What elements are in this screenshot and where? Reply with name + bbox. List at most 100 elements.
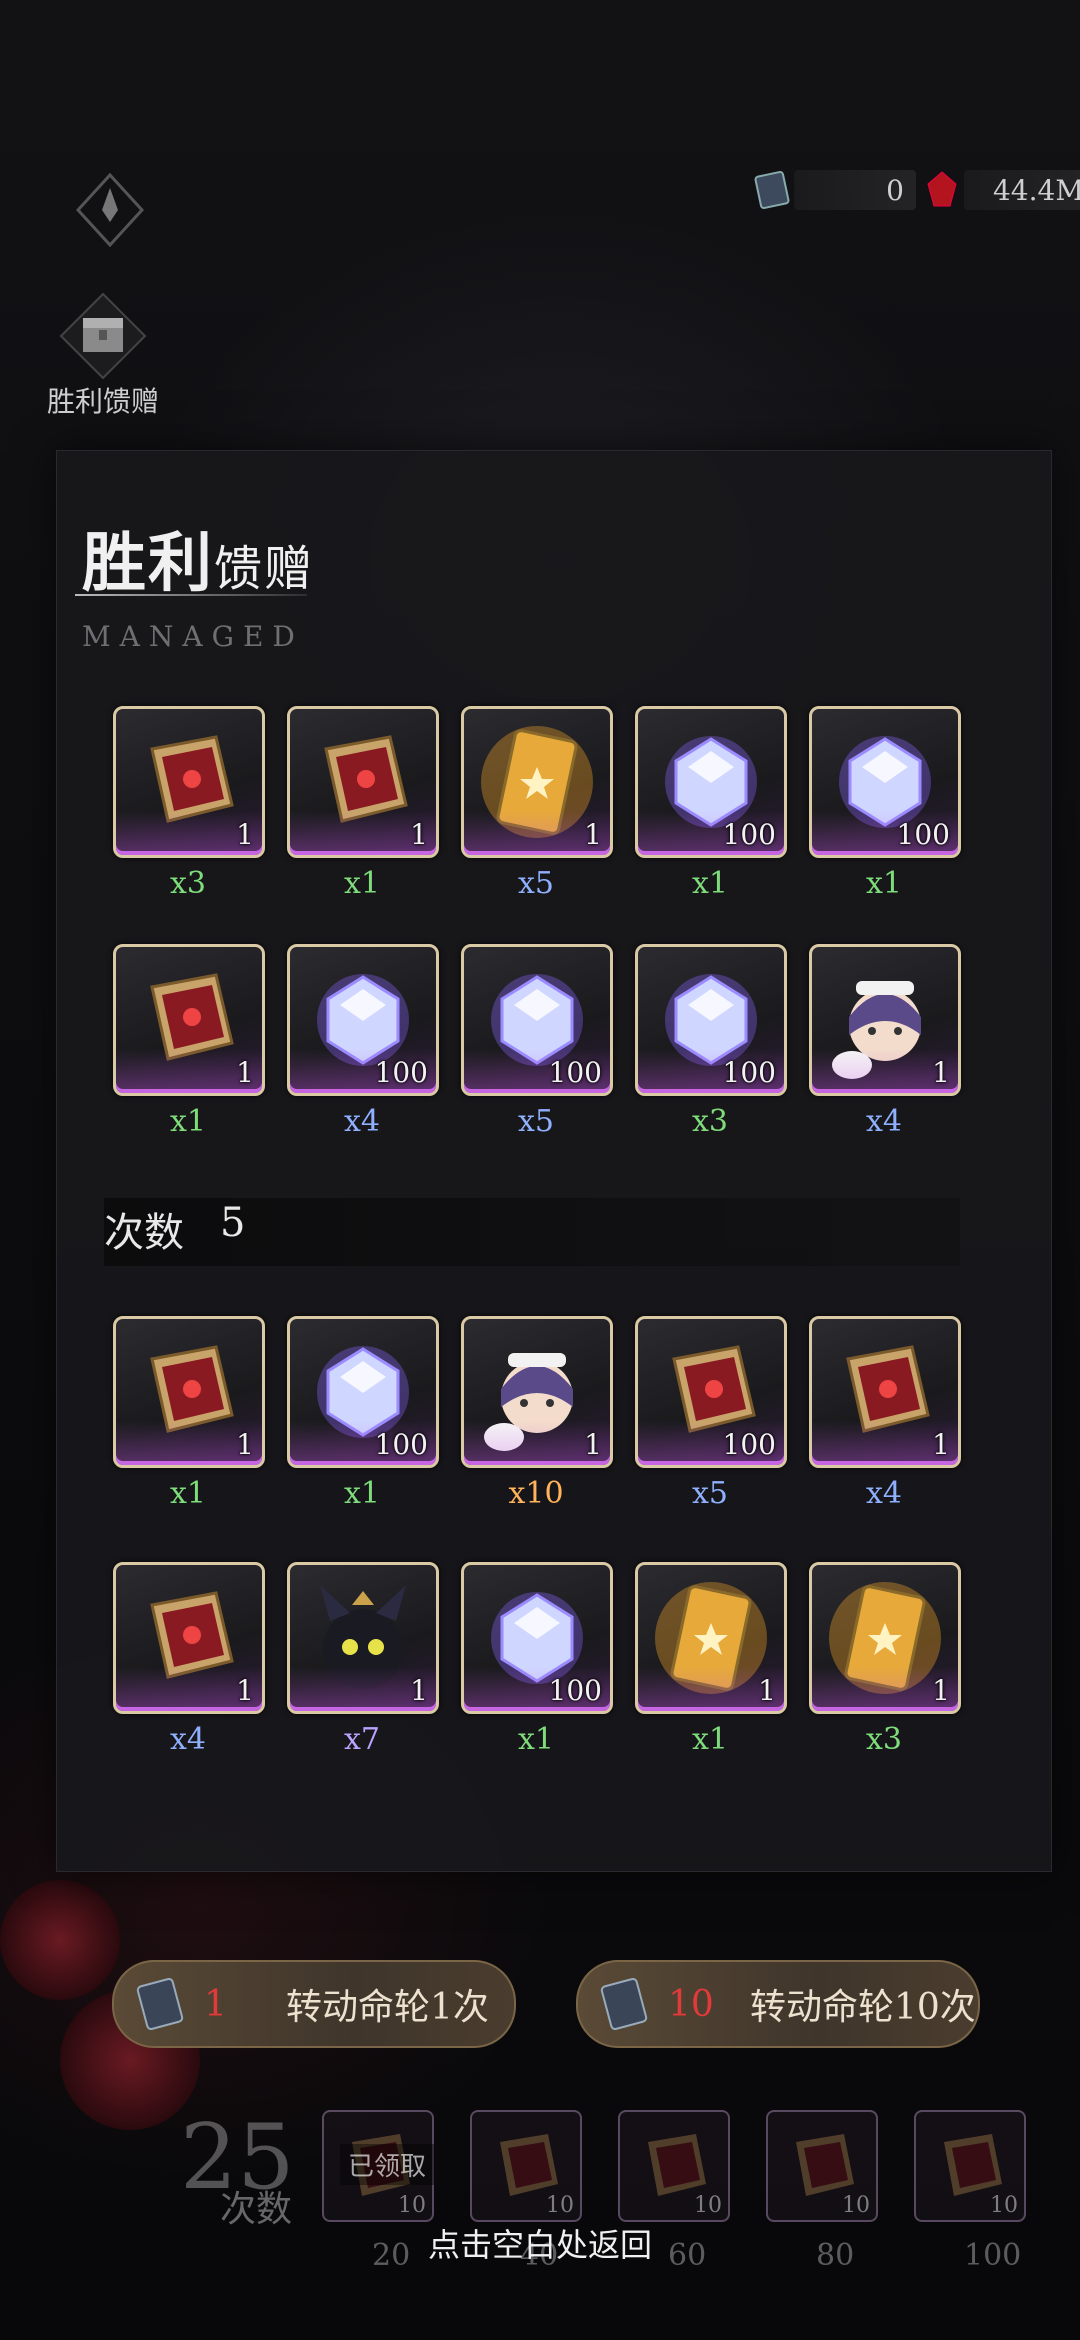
item-quantity: 1: [410, 818, 428, 851]
item-quantity: 100: [374, 1428, 428, 1461]
item-multiplier: x5: [517, 1104, 554, 1139]
item-quantity: 1: [410, 1674, 428, 1707]
panel-title: 胜利馈赠: [82, 512, 314, 604]
card-reward-card[interactable]: 1: [635, 1562, 787, 1714]
maid-reward-card[interactable]: 1: [461, 1316, 613, 1468]
diamond-icon[interactable]: [70, 170, 150, 250]
ticket-count: 0: [886, 173, 904, 207]
gem-count: 44.4M: [992, 173, 1080, 207]
gem-reward-card[interactable]: 100: [461, 944, 613, 1096]
rose-decoration: [0, 1880, 120, 2000]
item-quantity: 1: [932, 1674, 950, 1707]
item-quantity: 1: [236, 1674, 254, 1707]
reward-item[interactable]: 100 x5: [461, 944, 613, 1139]
reward-item[interactable]: 1 x5: [461, 706, 613, 901]
maid-reward-card[interactable]: 1: [809, 944, 961, 1096]
item-multiplier: x4: [865, 1476, 902, 1511]
item-quantity: 1: [236, 1056, 254, 1089]
reward-item[interactable]: 1 x1: [113, 944, 265, 1139]
milestone-reward-quantity: 10: [990, 2193, 1018, 2218]
item-quantity: 1: [236, 818, 254, 851]
red-crystal-icon: [927, 171, 957, 207]
item-multiplier: x4: [343, 1104, 380, 1139]
gem-reward-card[interactable]: 100: [809, 706, 961, 858]
reward-item[interactable]: 1 x1: [113, 1316, 265, 1511]
gem-reward-card[interactable]: 100: [287, 944, 439, 1096]
reward-item[interactable]: 1 x3: [113, 706, 265, 901]
item-quantity: 1: [932, 1056, 950, 1089]
item-multiplier: x3: [169, 866, 206, 901]
item-quantity: 100: [548, 1674, 602, 1707]
item-multiplier: x7: [343, 1722, 380, 1757]
item-quantity: 100: [722, 1056, 776, 1089]
item-multiplier: x3: [691, 1104, 728, 1139]
item-quantity: 1: [758, 1674, 776, 1707]
item-quantity: 1: [932, 1428, 950, 1461]
reward-item[interactable]: 1 x4: [809, 944, 961, 1139]
item-multiplier: x10: [508, 1476, 564, 1511]
reward-item[interactable]: 1 x1: [287, 706, 439, 901]
item-multiplier: x5: [691, 1476, 728, 1511]
item-multiplier: x1: [169, 1476, 206, 1511]
milestone-reward-quantity: 10: [694, 2193, 722, 2218]
item-quantity: 100: [896, 818, 950, 851]
chest-label: 胜利馈赠: [46, 385, 159, 418]
gem-reward-card[interactable]: 100: [635, 944, 787, 1096]
item-multiplier: x1: [517, 1722, 554, 1757]
reward-item[interactable]: 1 x10: [461, 1316, 613, 1511]
ticket-currency: 0: [750, 168, 916, 212]
box-reward-card[interactable]: 1: [113, 1562, 265, 1714]
item-multiplier: x1: [343, 1476, 380, 1511]
reward-item[interactable]: 1 x1: [635, 1562, 787, 1757]
reward-item[interactable]: 100 x1: [635, 706, 787, 901]
gem-reward-card[interactable]: 100: [461, 1562, 613, 1714]
gem-reward-card[interactable]: 100: [635, 706, 787, 858]
gem-reward-card[interactable]: 100: [287, 1316, 439, 1468]
spin-ten-label: 转动命轮10次: [750, 1987, 976, 2028]
reward-item[interactable]: 1 x4: [113, 1562, 265, 1757]
item-multiplier: x4: [169, 1722, 206, 1757]
tap-to-return-hint[interactable]: 点击空白处返回: [0, 2220, 1080, 2266]
item-quantity: 1: [584, 1428, 602, 1461]
box-reward-card[interactable]: 1: [809, 1316, 961, 1468]
card-reward-card[interactable]: 1: [461, 706, 613, 858]
reward-item[interactable]: 100 x3: [635, 944, 787, 1139]
card-reward-card[interactable]: 1: [809, 1562, 961, 1714]
panel-title-main: 胜利: [82, 526, 214, 601]
item-multiplier: x3: [865, 1722, 902, 1757]
milestone-reward-quantity: 10: [398, 2193, 426, 2218]
box-reward-card[interactable]: 1: [113, 1316, 265, 1468]
item-quantity: 100: [374, 1056, 428, 1089]
box-reward-card[interactable]: 1: [287, 706, 439, 858]
box-reward-card[interactable]: 100: [635, 1316, 787, 1468]
item-multiplier: x5: [517, 866, 554, 901]
milestone-reward-card[interactable]: 10: [470, 2110, 582, 2222]
reward-item[interactable]: 100 x1: [809, 706, 961, 901]
reward-item[interactable]: 100 x1: [287, 1316, 439, 1511]
item-multiplier: x1: [691, 866, 728, 901]
item-quantity: 1: [584, 818, 602, 851]
title-divider: [75, 594, 307, 596]
item-multiplier: x1: [691, 1722, 728, 1757]
spin-ten-button[interactable]: 10 转动命轮10次: [576, 1960, 980, 2048]
reward-item[interactable]: 100 x5: [635, 1316, 787, 1511]
milestone-reward-card[interactable]: 10: [618, 2110, 730, 2222]
item-quantity: 1: [236, 1428, 254, 1461]
reward-item[interactable]: 100 x1: [461, 1562, 613, 1757]
box-reward-card[interactable]: 1: [113, 944, 265, 1096]
milestone-reward-card[interactable]: 10: [766, 2110, 878, 2222]
gem-currency: 44.4M: [920, 168, 1080, 212]
reward-item[interactable]: 1 x3: [809, 1562, 961, 1757]
reward-item[interactable]: 1 x7: [287, 1562, 439, 1757]
reward-item[interactable]: 1 x4: [809, 1316, 961, 1511]
reward-item[interactable]: 100 x4: [287, 944, 439, 1139]
spin-once-cost: 1: [204, 1983, 227, 2025]
milestone-reward-quantity: 10: [842, 2193, 870, 2218]
box-reward-card[interactable]: 1: [113, 706, 265, 858]
milestone-reward-quantity: 10: [546, 2193, 574, 2218]
milestone-reward-card[interactable]: 10: [914, 2110, 1026, 2222]
spin-once-button[interactable]: 1 转动命轮1次: [112, 1960, 516, 2048]
item-multiplier: x1: [865, 866, 902, 901]
cat-reward-card[interactable]: 1: [287, 1562, 439, 1714]
victory-gift-entry[interactable]: 胜利馈赠: [38, 290, 168, 420]
